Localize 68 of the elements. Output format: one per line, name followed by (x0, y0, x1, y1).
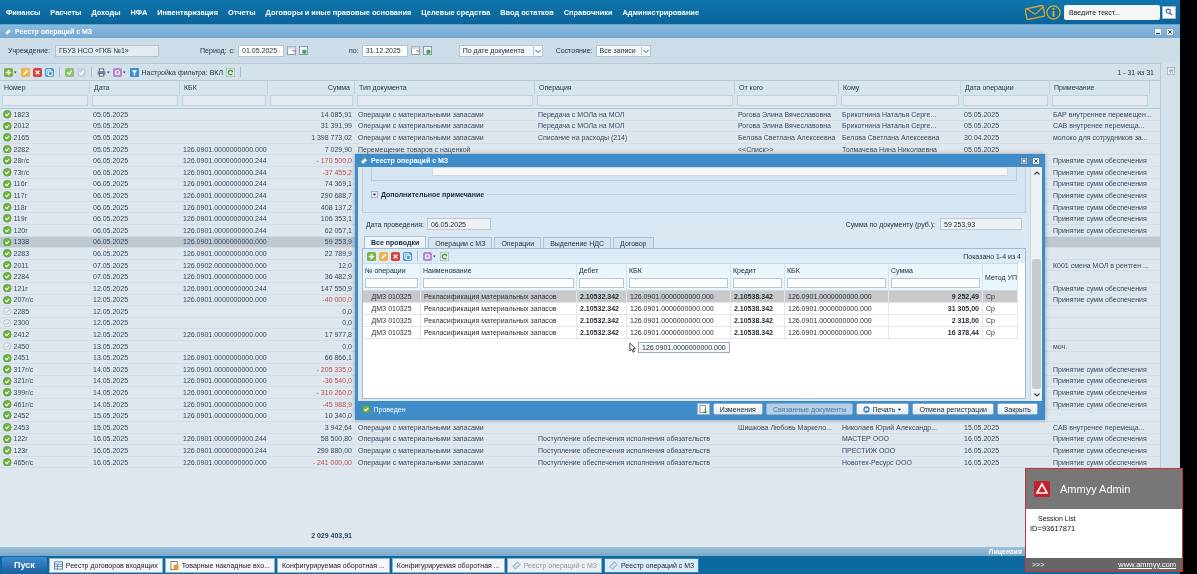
filter-field[interactable] (1052, 95, 1148, 106)
filter-field[interactable] (357, 95, 533, 106)
document-icon (169, 560, 179, 570)
refresh-icon[interactable] (439, 251, 449, 261)
document-icon (360, 156, 368, 165)
filter-field[interactable] (270, 95, 353, 106)
print-icon (863, 405, 871, 413)
cursor-icon (629, 342, 636, 353)
collapse-icon[interactable] (371, 191, 378, 198)
popup-title: Ammyy Admin (1060, 483, 1131, 495)
filter-icon[interactable] (129, 67, 139, 77)
mail-icon[interactable] (1025, 4, 1045, 20)
filter-field[interactable] (963, 95, 1048, 106)
copy-icon[interactable] (403, 251, 412, 261)
filter-field[interactable] (2, 95, 88, 106)
filter-field[interactable] (182, 95, 266, 106)
settings-icon[interactable] (423, 251, 437, 261)
caret-icon (897, 406, 903, 412)
start-button[interactable]: Пуск (2, 557, 47, 573)
filter-field[interactable] (737, 95, 837, 106)
app-logo-icon (1034, 481, 1050, 497)
scroll-down-icon[interactable] (1032, 391, 1041, 399)
filter-field[interactable] (733, 278, 782, 288)
status-icon (362, 404, 371, 414)
filter-field[interactable] (92, 95, 178, 106)
calendar-icon[interactable] (410, 46, 420, 55)
filter-field[interactable] (891, 278, 980, 288)
dropdown-icon (532, 46, 542, 55)
settings-icon[interactable] (113, 67, 127, 77)
copy-icon[interactable] (44, 67, 54, 77)
refresh-icon[interactable] (226, 67, 235, 77)
search-button[interactable] (1162, 5, 1176, 19)
edit-icon[interactable] (379, 251, 388, 261)
print-icon[interactable] (96, 67, 110, 77)
filter-field[interactable] (423, 278, 574, 288)
filter-field[interactable] (365, 278, 418, 288)
scrollbar[interactable] (1030, 167, 1042, 401)
note-field[interactable] (432, 167, 1008, 176)
post-icon[interactable] (64, 67, 74, 77)
close-icon[interactable] (1166, 27, 1174, 36)
close-icon[interactable] (1032, 156, 1040, 165)
unpost-icon[interactable] (76, 67, 86, 77)
delete-icon[interactable] (391, 251, 400, 261)
collapse-icon[interactable] (1166, 67, 1175, 75)
add-icon[interactable] (4, 67, 18, 77)
table-icon (53, 560, 63, 570)
calendar-icon[interactable] (287, 46, 297, 55)
maximize-icon[interactable] (1020, 156, 1028, 165)
dropdown-icon (640, 46, 650, 55)
refresh-icon[interactable] (422, 46, 432, 55)
filter-field[interactable] (579, 278, 624, 288)
info-icon[interactable] (1046, 4, 1061, 20)
document-icon (609, 560, 618, 570)
delete-icon[interactable] (32, 67, 42, 77)
export-button[interactable] (696, 403, 710, 415)
minimize-icon[interactable] (1154, 27, 1162, 36)
filter-field[interactable] (629, 278, 728, 288)
edit-icon[interactable] (20, 67, 30, 77)
add-icon[interactable] (367, 251, 376, 261)
filter-field[interactable] (787, 278, 886, 288)
document-icon (511, 560, 521, 570)
search-icon (1165, 8, 1173, 16)
document-icon (4, 27, 12, 36)
filter-field[interactable] (841, 95, 959, 106)
refresh-icon[interactable] (299, 46, 309, 55)
download-icon (698, 404, 708, 414)
scroll-up-icon[interactable] (1032, 169, 1041, 177)
filter-field[interactable] (537, 95, 733, 106)
